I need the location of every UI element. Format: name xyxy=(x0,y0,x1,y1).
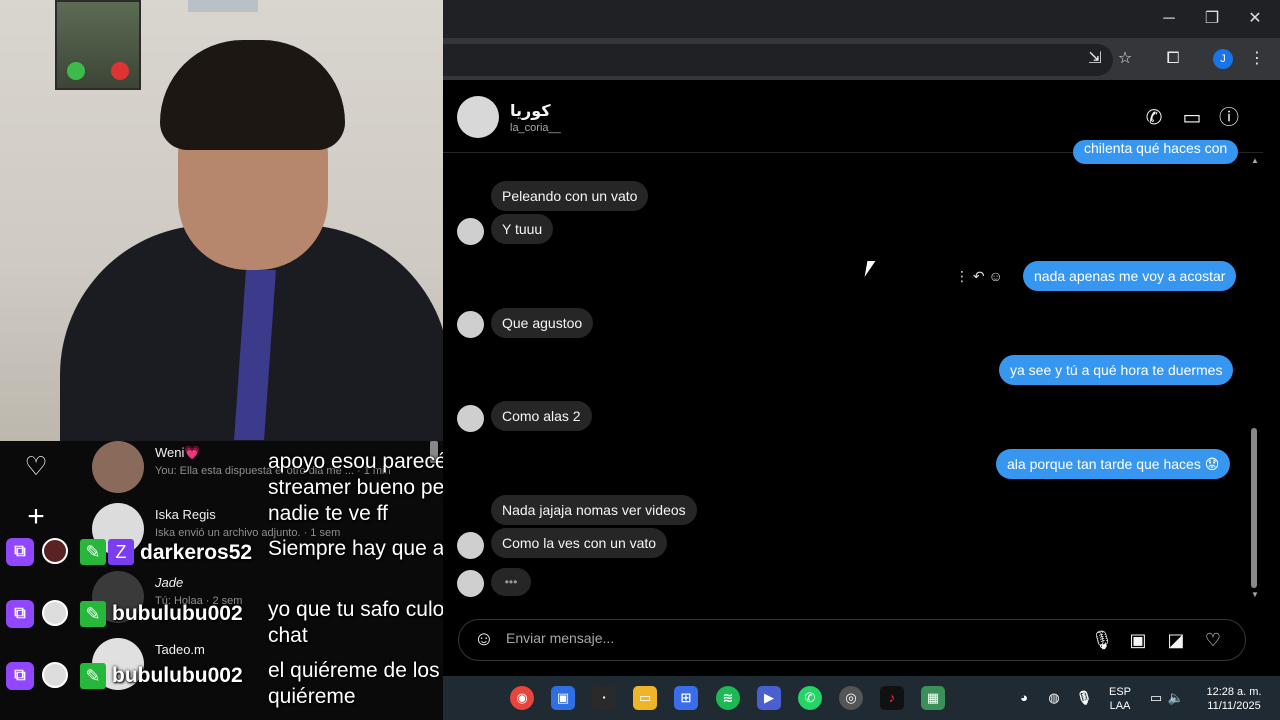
heart-icon[interactable]: ♡ xyxy=(1201,628,1225,652)
message-bubble-incoming[interactable]: Nada jajaja nomas ver videos xyxy=(491,495,697,525)
twitch-icon: ⧉ xyxy=(6,662,34,690)
contact-username: la_coria__ xyxy=(510,122,561,134)
message-input[interactable]: Enviar mensaje... xyxy=(506,630,614,646)
contact-avatar[interactable] xyxy=(457,96,499,138)
install-app-icon[interactable]: ⇲ xyxy=(1084,48,1106,70)
message-bubble-incoming[interactable]: Peleando con un vato xyxy=(491,181,649,211)
microphone-tray-icon[interactable]: 🎙 xyxy=(1072,686,1096,710)
app-icon[interactable]: ▦ xyxy=(921,686,945,710)
layout-indicator[interactable]: LAA xyxy=(1106,699,1134,713)
image-icon[interactable]: ▣ xyxy=(1126,628,1150,652)
language-indicator[interactable]: ESP xyxy=(1106,685,1134,699)
bookmark-star-icon[interactable]: ☆ xyxy=(1114,48,1136,70)
minimize-button[interactable]: ─ xyxy=(1158,8,1180,30)
message-bubble-outgoing[interactable]: ya see y tú a qué hora te duermes xyxy=(999,355,1234,385)
user-avatar xyxy=(42,538,68,564)
streamer-hair xyxy=(160,40,345,150)
sender-avatar xyxy=(457,532,484,559)
microphone-icon[interactable]: 🎙 xyxy=(1090,628,1114,652)
conversation-scrollbar[interactable] xyxy=(1249,152,1259,602)
dm-list-name: Tadeo.m xyxy=(155,642,205,657)
twitch-icon: ⧉ xyxy=(6,538,34,566)
app-icon[interactable]: ▶ xyxy=(757,686,781,710)
extensions-icon[interactable]: ⧠ xyxy=(1162,48,1184,70)
typing-indicator: ••• xyxy=(491,568,531,596)
user-avatar xyxy=(42,600,68,626)
dm-list-name: Weni💗 xyxy=(155,445,201,460)
scroll-down-arrow-icon[interactable]: ▼ xyxy=(1250,590,1260,600)
message-bubble-incoming[interactable]: Y tuuu xyxy=(491,214,554,244)
emoji-icon[interactable]: ☺ xyxy=(472,627,496,651)
dm-list-name: Jade xyxy=(155,575,184,590)
sender-avatar xyxy=(457,311,484,338)
user-avatar xyxy=(42,662,68,688)
browser-titlebar xyxy=(443,0,1280,38)
file-explorer-icon[interactable]: ▭ xyxy=(633,686,657,710)
verified-badge-icon: ✎ xyxy=(80,601,106,627)
whatsapp-icon[interactable]: ✆ xyxy=(798,686,822,710)
maximize-button[interactable]: ❐ xyxy=(1201,8,1223,30)
contact-name[interactable]: كوريا xyxy=(510,101,551,121)
app-icon[interactable]: ▪ xyxy=(592,686,616,710)
dm-list-name: Iska Regis xyxy=(155,507,216,522)
app-icon[interactable]: ▣ xyxy=(551,686,575,710)
sender-avatar xyxy=(457,570,484,597)
tiktok-icon[interactable]: ♪ xyxy=(880,686,904,710)
app-icon[interactable]: ◎ xyxy=(839,686,863,710)
stream-chat-username: darkeros52 xyxy=(140,541,253,564)
clock-time[interactable]: 12:28 a. m. xyxy=(1194,685,1274,699)
stream-chat-username: bubulubu002 xyxy=(112,602,243,625)
message-bubble-outgoing[interactable]: ala porque tan tarde que haces 😟 xyxy=(996,449,1231,479)
obs-icon[interactable]: ◍ xyxy=(1042,686,1066,710)
clock-date[interactable]: 11/11/2025 xyxy=(1194,699,1274,713)
scrollbar-thumb[interactable] xyxy=(1251,428,1257,588)
store-icon[interactable]: ⊞ xyxy=(674,686,698,710)
twitch-icon: ⧉ xyxy=(6,600,34,628)
plus-icon[interactable]: + xyxy=(22,502,50,532)
message-bubble-outgoing[interactable]: chilenta qué haces con xyxy=(1073,140,1239,164)
close-button[interactable]: ✕ xyxy=(1244,8,1266,30)
phone-icon[interactable]: ✆ xyxy=(1142,106,1166,130)
sticker-icon[interactable]: ◪ xyxy=(1164,628,1188,652)
message-bubble-incoming[interactable]: Como alas 2 xyxy=(491,401,592,431)
sub-badge-icon: Z xyxy=(108,539,134,565)
menu-dots-icon[interactable]: ⋮ xyxy=(1246,48,1268,70)
profile-avatar[interactable]: J xyxy=(1213,49,1233,69)
wall-poster-strip xyxy=(188,0,258,12)
address-bar[interactable] xyxy=(443,44,1113,76)
message-bubble-incoming[interactable]: Que agustoo xyxy=(491,308,594,338)
verified-badge-icon: ✎ xyxy=(80,539,106,565)
avatar xyxy=(92,441,144,493)
screen: ♡ + Weni💗 You: Ella esta dispuesta el ot… xyxy=(0,0,1280,720)
discord-icon[interactable]: ◕ xyxy=(1012,686,1036,710)
message-bubble-outgoing[interactable]: nada apenas me voy a acostar xyxy=(1023,261,1237,291)
heart-icon[interactable]: ♡ xyxy=(22,452,50,480)
video-call-icon[interactable]: ▭ xyxy=(1180,106,1204,130)
spotify-icon[interactable]: ≋ xyxy=(716,686,740,710)
webcam-feed xyxy=(0,0,443,441)
verified-badge-icon: ✎ xyxy=(80,663,106,689)
volume-icon[interactable]: 🔈 xyxy=(1164,686,1188,710)
sender-avatar xyxy=(457,405,484,432)
message-bubble-incoming[interactable]: Como la ves con un vato xyxy=(491,528,668,558)
stream-chat-username: bubulubu002 xyxy=(112,664,243,687)
wall-poster xyxy=(55,0,141,90)
message-actions[interactable]: ⋮ ↶ ☺ xyxy=(955,266,1017,286)
info-icon[interactable]: ⓘ xyxy=(1217,106,1241,130)
sender-avatar xyxy=(457,218,484,245)
scroll-up-arrow-icon[interactable]: ▲ xyxy=(1250,156,1260,166)
chrome-icon[interactable]: ◉ xyxy=(510,686,534,710)
